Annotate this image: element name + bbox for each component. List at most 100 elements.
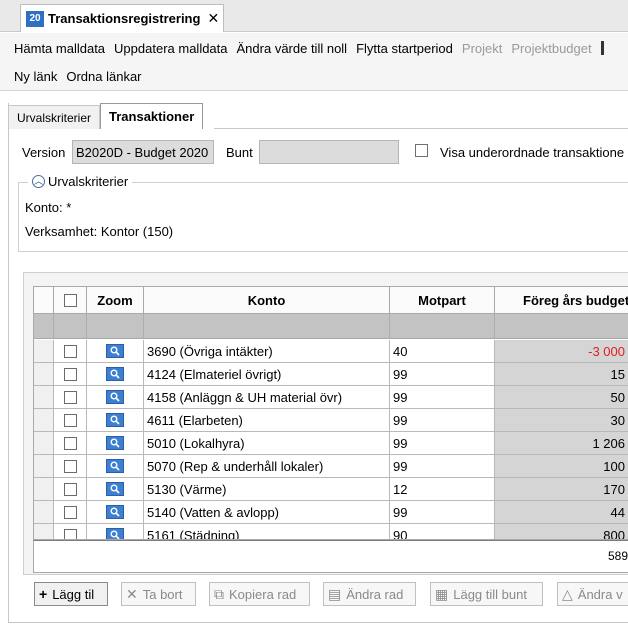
konto-cell[interactable]: 5070 (Rep & underhåll lokaler) [144,455,390,477]
row-selector[interactable] [34,340,54,362]
zoom-icon[interactable] [106,505,124,519]
row-selector[interactable] [34,386,54,408]
table-row[interactable]: 5161 (Städning) 90 800 [34,524,628,539]
table-row[interactable]: 3690 (Övriga intäkter) 40 -3 000 [34,340,628,363]
motpart-cell[interactable]: 90 [390,524,495,539]
row-selector[interactable] [34,478,54,500]
new-link-button[interactable]: Ny länk [14,69,57,84]
row-checkbox[interactable] [63,459,77,473]
zoom-icon[interactable] [106,413,124,427]
row-checkbox-cell[interactable] [54,386,87,408]
row-selector[interactable] [34,432,54,454]
row-checkbox[interactable] [63,528,77,539]
table-row[interactable]: 4611 (Elarbeten) 99 30 [34,409,628,432]
close-icon[interactable]: ✕ [207,10,219,27]
konto-cell[interactable]: 5130 (Värme) [144,478,390,500]
column-header-motpart[interactable]: Motpart [390,287,495,314]
konto-cell[interactable]: 4611 (Elarbeten) [144,409,390,431]
motpart-cell[interactable]: 99 [390,409,495,431]
bunt-field[interactable] [259,140,399,164]
row-selector[interactable] [34,501,54,523]
fetch-template-data-button[interactable]: Hämta malldata [14,41,105,56]
table-row[interactable]: 5070 (Rep & underhåll lokaler) 99 100 [34,455,628,478]
tab-transaktioner[interactable]: Transaktioner [100,103,204,129]
budget-sum: 589 [607,549,628,563]
row-checkbox-cell[interactable] [54,501,87,523]
set-value-zero-button[interactable]: Ändra värde till noll [237,41,348,56]
move-start-period-button[interactable]: Flytta startperiod [356,41,453,56]
column-header-zoom[interactable]: Zoom [87,287,144,314]
konto-cell[interactable]: 5010 (Lokalhyra) [144,432,390,454]
delete-button[interactable]: ✕ Ta bort [121,582,196,606]
row-checkbox[interactable] [63,413,77,427]
row-checkbox[interactable] [63,367,77,381]
row-selector[interactable] [34,524,54,539]
zoom-icon[interactable] [106,390,124,404]
row-checkbox[interactable] [63,344,77,358]
criteria-legend[interactable]: ︿ Urvalskriterier [28,174,133,189]
zoom-icon[interactable] [106,436,124,450]
row-selector[interactable] [34,409,54,431]
row-checkbox-cell[interactable] [54,409,87,431]
add-batch-button[interactable]: ▦ Lägg till bunt [430,582,543,606]
budget-cell: 800 [495,524,628,539]
motpart-cell[interactable]: 40 [390,340,495,362]
motpart-cell[interactable]: 12 [390,478,495,500]
row-checkbox[interactable] [63,505,77,519]
row-selector[interactable] [34,363,54,385]
row-checkbox-cell[interactable] [54,363,87,385]
copy-row-button[interactable]: ⧉ Kopiera rad [209,582,310,606]
update-template-data-button[interactable]: Uppdatera malldata [114,41,227,56]
version-label: Version [22,145,66,160]
app-icon: 20 [26,10,44,27]
table-row[interactable]: 5140 (Vatten & avlopp) 99 44 [34,501,628,524]
project-budget-button[interactable]: Projektbudget [511,41,591,56]
tab-urvalskriterier[interactable]: Urvalskriterier [8,105,101,129]
add-button[interactable]: + Lägg til [34,582,108,606]
konto-cell[interactable]: 5161 (Städning) [144,524,390,539]
table-row[interactable]: 4124 (Elmateriel övrigt) 99 15 [34,363,628,386]
change-value-button[interactable]: △ Ändra v [557,582,628,606]
zoom-icon[interactable] [106,367,124,381]
collapse-icon[interactable]: ︿ [32,175,45,188]
motpart-cell[interactable]: 99 [390,455,495,477]
column-header-budget[interactable]: Föreg års budget [495,287,628,314]
edit-row-button[interactable]: ▤ Ändra rad [323,582,416,606]
show-sub-transactions-label: Visa underordnade transaktione [440,145,625,160]
row-checkbox[interactable] [63,482,77,496]
show-sub-transactions-checkbox[interactable] [415,144,428,157]
row-checkbox[interactable] [63,390,77,404]
table-row[interactable]: 4158 (Anläggn & UH material övr) 99 50 [34,386,628,409]
project-button[interactable]: Projekt [462,41,502,56]
konto-cell[interactable]: 4158 (Anläggn & UH material övr) [144,386,390,408]
row-selector[interactable] [34,455,54,477]
criteria-group [18,182,628,252]
motpart-cell[interactable]: 99 [390,363,495,385]
zoom-icon[interactable] [106,344,124,358]
motpart-cell[interactable]: 99 [390,386,495,408]
konto-cell[interactable]: 4124 (Elmateriel övrigt) [144,363,390,385]
konto-cell[interactable]: 5140 (Vatten & avlopp) [144,501,390,523]
select-all-checkbox[interactable] [63,293,77,307]
row-checkbox-cell[interactable] [54,432,87,454]
column-header-konto[interactable]: Konto [144,287,390,314]
motpart-cell[interactable]: 99 [390,432,495,454]
motpart-cell[interactable]: 99 [390,501,495,523]
zoom-icon[interactable] [106,459,124,473]
row-checkbox-cell[interactable] [54,340,87,362]
document-tab[interactable]: 20 Transaktionsregistrering ✕ [20,4,224,32]
budget-cell: 15 [495,363,628,385]
konto-cell[interactable]: 3690 (Övriga intäkter) [144,340,390,362]
zoom-icon[interactable] [106,528,124,539]
version-field[interactable]: B2020D - Budget 2020 [72,140,214,164]
table-row[interactable]: 5130 (Värme) 12 170 [34,478,628,501]
zoom-cell [87,409,144,431]
table-row[interactable]: 5010 (Lokalhyra) 99 1 206 [34,432,628,455]
zoom-icon[interactable] [106,482,124,496]
row-checkbox-cell[interactable] [54,455,87,477]
row-checkbox-cell[interactable] [54,524,87,539]
filter-row[interactable] [34,314,628,339]
row-checkbox[interactable] [63,436,77,450]
arrange-links-button[interactable]: Ordna länkar [66,69,141,84]
row-checkbox-cell[interactable] [54,478,87,500]
